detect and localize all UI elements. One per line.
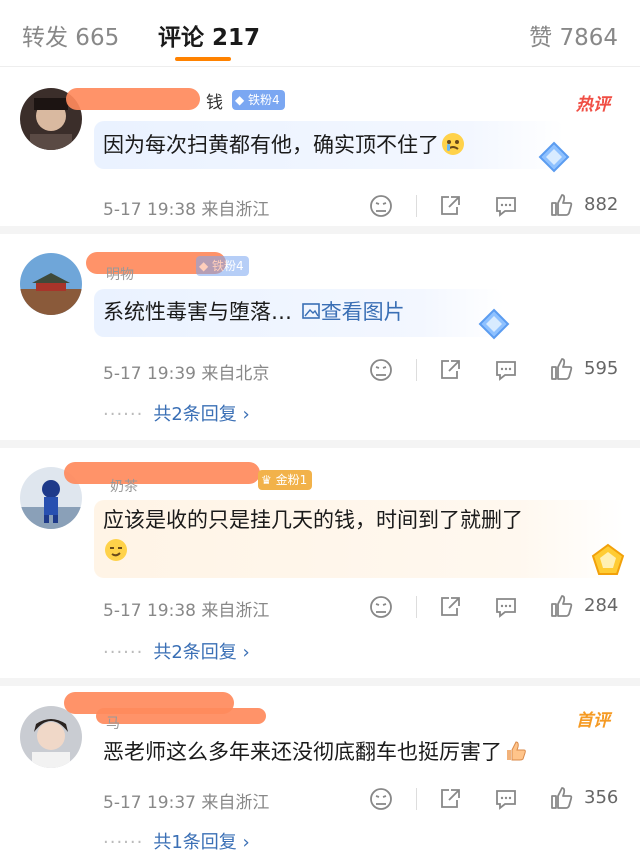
comment-text-content: 系统性毒害与堕落… xyxy=(103,300,292,324)
fan-level-badge: ◆ 铁粉4 xyxy=(232,90,285,110)
like-thumb-icon[interactable] xyxy=(549,593,575,619)
dislike-face-icon[interactable] xyxy=(368,594,394,620)
username-fragment[interactable]: 奶茶 xyxy=(110,476,138,496)
comment-text-content: 因为每次扫黄都有他，确实顶不住了 xyxy=(103,133,439,157)
avatar[interactable] xyxy=(20,253,82,315)
reply-icon[interactable] xyxy=(493,357,519,383)
badge-label: 铁粉4 xyxy=(212,259,244,273)
comment-meta: 5-17 19:37 来自浙江 xyxy=(103,793,270,813)
redacted-username xyxy=(96,708,266,724)
gold-pentagon-icon xyxy=(591,543,625,575)
thumbs-up-emoji-icon xyxy=(507,741,526,761)
replies-label: 共1条回复 › xyxy=(153,832,250,853)
comment-meta: 5-17 19:38 来自浙江 xyxy=(103,200,270,220)
active-tab-indicator xyxy=(175,57,231,61)
like-thumb-icon[interactable] xyxy=(549,356,575,382)
comment-text: 因为每次扫黄都有他，确实顶不住了 xyxy=(103,127,465,163)
dislike-face-icon[interactable] xyxy=(368,193,394,219)
action-divider xyxy=(416,596,417,618)
comment-item: 钱 ◆ 铁粉4 热评 因为每次扫黄都有他，确实顶不住了 5-17 19:38 来… xyxy=(0,67,640,234)
reply-icon[interactable] xyxy=(493,193,519,219)
diamond-icon xyxy=(478,308,510,340)
share-icon[interactable] xyxy=(437,594,463,620)
action-divider xyxy=(416,788,417,810)
fan-level-badge: ♛ 金粉1 xyxy=(258,470,313,490)
comment-tabs-bar: 转发 665 评论 217 赞 7864 xyxy=(0,0,640,67)
tab-reposts[interactable]: 转发 665 xyxy=(22,18,119,52)
redacted-username xyxy=(64,462,260,484)
like-thumb-icon[interactable] xyxy=(549,192,575,218)
dislike-face-icon[interactable] xyxy=(368,786,394,812)
dislike-face-icon[interactable] xyxy=(368,357,394,383)
view-replies-link[interactable]: ······ 共2条回复 › xyxy=(103,400,250,426)
like-count: 882 xyxy=(584,194,619,215)
username-fragment[interactable]: 钱 xyxy=(206,88,223,113)
fan-level-badge: ◆ 铁粉4 xyxy=(196,256,249,276)
comment-text-content: 应该是收的只是挂几天的钱，时间到了就删了 xyxy=(103,508,523,532)
tab-comments[interactable]: 评论 217 xyxy=(158,18,260,52)
badge-label: 铁粉4 xyxy=(248,93,280,107)
replies-dots: ······ xyxy=(103,832,144,853)
first-comment-tag: 首评 xyxy=(576,711,610,731)
like-thumb-icon[interactable] xyxy=(549,785,575,811)
comment-item: 马 首评 恶老师这么多年来还没彻底翻车也挺厉害了 5-17 19:37 来自浙江… xyxy=(0,686,640,856)
comment-text: 系统性毒害与堕落… 查看图片 xyxy=(103,294,405,330)
redacted-username xyxy=(66,88,200,110)
view-image-link[interactable]: 查看图片 xyxy=(299,300,405,324)
comment-meta: 5-17 19:39 来自北京 xyxy=(103,364,270,384)
like-count: 284 xyxy=(584,595,619,616)
diamond-icon xyxy=(538,141,570,173)
view-replies-link[interactable]: ······ 共1条回复 › xyxy=(103,828,250,854)
badge-label: 金粉1 xyxy=(275,473,308,487)
username-fragment[interactable]: 明物 xyxy=(106,264,134,284)
share-icon[interactable] xyxy=(437,193,463,219)
replies-dots: ······ xyxy=(103,642,144,663)
hot-comment-tag: 热评 xyxy=(576,95,610,115)
like-count: 356 xyxy=(584,787,619,808)
reply-icon[interactable] xyxy=(493,786,519,812)
replies-dots: ······ xyxy=(103,404,144,425)
username-fragment[interactable]: 马 xyxy=(106,713,120,733)
comment-text: 恶老师这么多年来还没彻底翻车也挺厉害了 xyxy=(103,734,528,770)
crying-emoji-icon xyxy=(442,133,464,155)
action-divider xyxy=(416,359,417,381)
comment-item: 奶茶 ♛ 金粉1 应该是收的只是挂几天的钱，时间到了就删了 5-17 19:38… xyxy=(0,448,640,686)
comment-meta: 5-17 19:38 来自浙江 xyxy=(103,601,270,621)
reply-icon[interactable] xyxy=(493,594,519,620)
share-icon[interactable] xyxy=(437,357,463,383)
comment-item: 明物 ◆ 铁粉4 系统性毒害与堕落… 查看图片 5-17 19:39 来自北京 … xyxy=(0,234,640,448)
like-count: 595 xyxy=(584,358,619,379)
image-icon xyxy=(301,303,320,319)
replies-label: 共2条回复 › xyxy=(153,404,250,425)
view-replies-link[interactable]: ······ 共2条回复 › xyxy=(103,638,250,664)
tab-likes[interactable]: 赞 7864 xyxy=(529,18,618,52)
comment-text-content: 恶老师这么多年来还没彻底翻车也挺厉害了 xyxy=(103,740,502,764)
comment-text: 应该是收的只是挂几天的钱，时间到了就删了 xyxy=(103,502,523,538)
avatar[interactable] xyxy=(20,706,82,768)
share-icon[interactable] xyxy=(437,786,463,812)
replies-label: 共2条回复 › xyxy=(153,642,250,663)
view-image-label: 查看图片 xyxy=(320,300,405,324)
action-divider xyxy=(416,195,417,217)
smug-emoji-icon xyxy=(105,539,127,561)
